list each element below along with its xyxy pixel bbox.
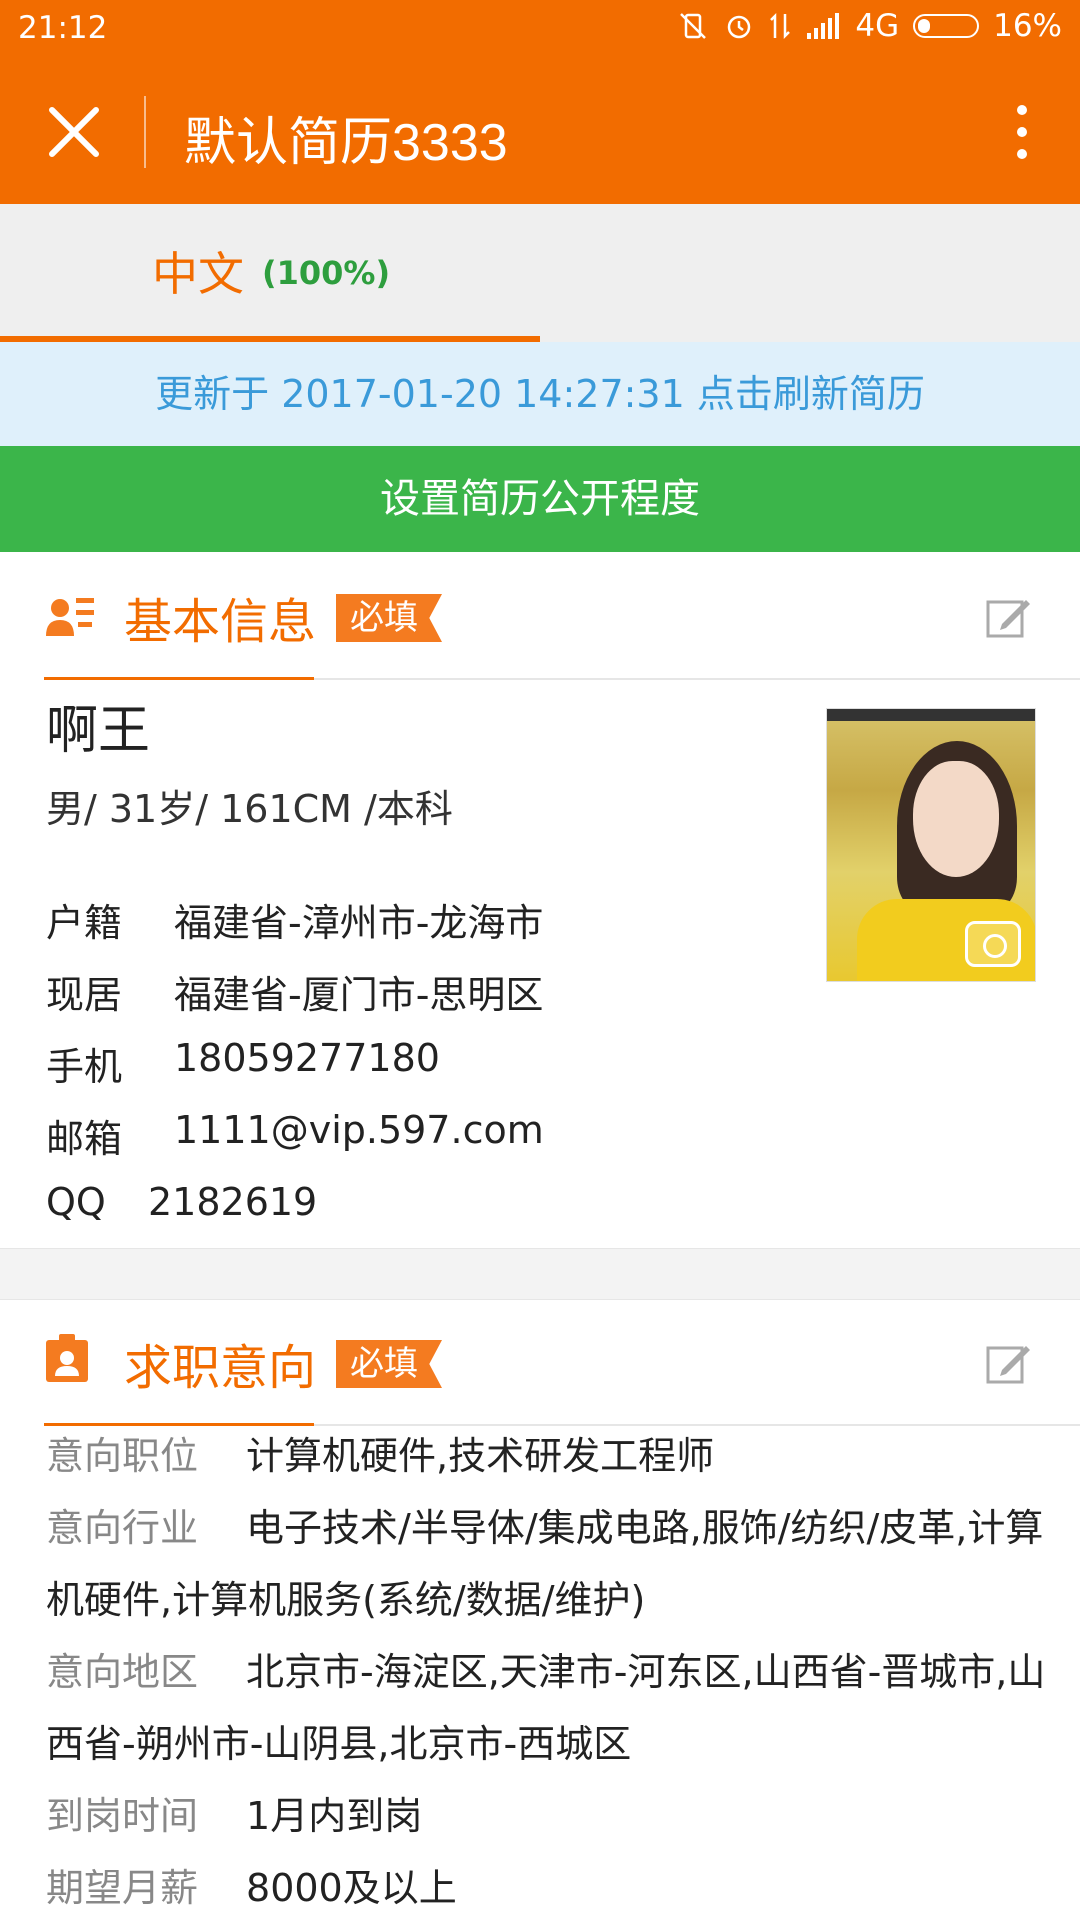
- intent-row-position: 意向职位 计算机硬件,技术研发工程师: [46, 1420, 1056, 1492]
- network-type: 4G: [855, 8, 900, 44]
- info-row-hometown: 户籍 福建省-漳州市-龙海市: [46, 892, 543, 947]
- vibrate-off-icon: [677, 10, 709, 42]
- edit-icon: [986, 1346, 1030, 1384]
- refresh-resume-bar[interactable]: 更新于 2017-01-20 14:27:31 点击刷新简历: [0, 342, 1080, 446]
- alarm-icon: [723, 10, 755, 42]
- set-privacy-button[interactable]: 设置简历公开程度: [0, 446, 1080, 552]
- page-title: 默认简历3333: [184, 114, 508, 172]
- status-time: 21:12: [18, 10, 108, 46]
- status-icons: 4G 16%: [677, 8, 1062, 44]
- intent-key: 意向行业: [46, 1506, 199, 1550]
- intent-key: 期望月薪: [46, 1866, 199, 1910]
- candidate-meta: 男/ 31岁/ 161CM /本科: [46, 787, 453, 831]
- candidate-name: 啊王: [46, 701, 151, 761]
- info-row-qq: QQ 2182619: [46, 1180, 317, 1224]
- info-row-email: 邮箱 1111@vip.597.com: [46, 1108, 544, 1163]
- intent-key: 到岗时间: [46, 1794, 199, 1838]
- app-toolbar: 默认简历3333: [0, 60, 1080, 204]
- more-vertical-icon: [1017, 105, 1027, 159]
- intent-key: 意向职位: [46, 1434, 199, 1478]
- required-badge: 必填: [336, 1340, 442, 1388]
- profile-list-icon: [44, 588, 96, 644]
- camera-icon[interactable]: [965, 921, 1021, 967]
- tab-chinese-percent: (100%): [262, 254, 391, 292]
- job-intent-header: 求职意向 必填: [0, 1298, 1080, 1426]
- more-menu-button[interactable]: [1004, 100, 1040, 164]
- info-key: 邮箱: [46, 1117, 123, 1161]
- tab-chinese-label: 中文: [152, 247, 244, 301]
- info-key: 现居: [46, 973, 123, 1017]
- intent-value: 计算机硬件,技术研发工程师: [246, 1434, 715, 1478]
- job-intent-title: 求职意向: [124, 1340, 317, 1396]
- toolbar-divider: [144, 96, 146, 168]
- info-value: 福建省-漳州市-龙海市: [174, 901, 544, 945]
- info-value: 2182619: [148, 1180, 318, 1224]
- intent-row-salary: 期望月薪 8000及以上: [46, 1852, 1056, 1924]
- battery-percent: 16%: [993, 8, 1062, 44]
- intent-row-region: 意向地区 北京市-海淀区,天津市-河东区,山西省-晋城市,山西省-朔州市-山阴县,…: [46, 1636, 1056, 1780]
- info-row-residence: 现居 福建省-厦门市-思明区: [46, 964, 543, 1019]
- info-key: 手机: [46, 1045, 123, 1089]
- intent-value: 1月内到岗: [246, 1794, 423, 1838]
- battery-icon: [913, 14, 980, 38]
- intent-value: 8000及以上: [246, 1866, 457, 1910]
- intent-row-start-time: 到岗时间 1月内到岗: [46, 1780, 1056, 1852]
- status-bar: 21:12 4G 16%: [0, 0, 1080, 60]
- edit-job-intent-button[interactable]: [984, 1338, 1034, 1388]
- info-key: QQ: [46, 1180, 106, 1224]
- info-value: 1111@vip.597.com: [174, 1108, 544, 1152]
- close-icon: [49, 107, 99, 157]
- badge-clipboard-icon: [44, 1334, 90, 1388]
- required-badge: 必填: [336, 594, 442, 642]
- section-underline: [44, 677, 314, 680]
- data-transfer-icon: [769, 10, 791, 42]
- edit-icon: [986, 600, 1030, 638]
- section-gap: [0, 1248, 1080, 1300]
- close-button[interactable]: [44, 102, 104, 162]
- intent-key: 意向地区: [46, 1650, 199, 1694]
- language-tabs: 中文 (100%): [0, 204, 1080, 342]
- tab-chinese[interactable]: 中文 (100%): [0, 204, 540, 342]
- profile-photo[interactable]: [826, 708, 1036, 982]
- info-row-phone: 手机 18059277180: [46, 1036, 440, 1091]
- basic-info-header: 基本信息 必填: [0, 552, 1080, 680]
- info-value: 18059277180: [174, 1036, 440, 1080]
- section-divider: [314, 678, 1080, 680]
- info-value: 福建省-厦门市-思明区: [174, 973, 544, 1017]
- edit-basic-info-button[interactable]: [984, 592, 1034, 642]
- signal-icon: [805, 11, 841, 41]
- intent-row-industry: 意向行业 电子技术/半导体/集成电路,服饰/纺织/皮革,计算机硬件,计算机服务(系…: [46, 1492, 1056, 1636]
- basic-info-title: 基本信息: [124, 594, 317, 650]
- info-key: 户籍: [46, 901, 123, 945]
